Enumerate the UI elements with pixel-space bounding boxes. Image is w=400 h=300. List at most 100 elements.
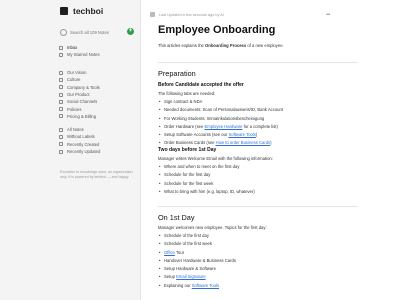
sidebar-item-label: My Starred Notes xyxy=(67,52,100,58)
item-text: Tour xyxy=(174,249,185,255)
section-heading: Preparation xyxy=(158,69,196,78)
section-subheading: Two days before 1st Day xyxy=(158,147,217,153)
page-title: Employee Onboarding xyxy=(158,24,276,36)
link-software-tools[interactable]: Software Tools xyxy=(192,283,219,288)
item-text: Setup xyxy=(164,274,177,280)
label-icon xyxy=(59,134,63,139)
more-menu-icon[interactable]: ••• xyxy=(326,12,330,18)
item-text: for a complete list) xyxy=(242,123,278,129)
list-item: Order Hardware (see Employee Hardware fo… xyxy=(159,123,358,132)
search-icon xyxy=(60,28,67,36)
sidebar-item-policies[interactable]: Policies xyxy=(59,105,139,112)
list-item: Schedule of the first week xyxy=(159,240,358,249)
list-item: Setup Software Accounts (see our Softwar… xyxy=(159,131,358,140)
list-item: Where and when to meet on the first day xyxy=(159,163,358,172)
sidebar-item-culture[interactable]: Culture xyxy=(59,76,139,83)
brand-name: techboi xyxy=(73,6,104,16)
sidebar-footnote: Exclusive to knowledge docs, an organiza… xyxy=(60,170,133,179)
nav-filters: All Notes Without Labels Recently Create… xyxy=(59,126,139,155)
star-icon xyxy=(59,52,63,57)
section-paragraph: The following tabs are needed: xyxy=(158,91,216,96)
avatar xyxy=(150,12,155,17)
intro-bold: Onboarding Process xyxy=(205,43,247,48)
item-text: Setup Software Accounts (see our xyxy=(164,132,229,138)
folder-icon xyxy=(59,77,63,82)
sidebar-item-label: Our Vision xyxy=(67,70,87,76)
sidebar-item-label: Without Labels xyxy=(67,134,95,140)
sidebar-item-all-notes[interactable]: All Notes xyxy=(59,126,139,133)
intro-text: This articles explains the Onboarding Pr… xyxy=(158,43,358,48)
list-item: Needed documents: Scan of Personalauswei… xyxy=(159,106,358,115)
link-employee-hardware[interactable]: Employee Hardware xyxy=(205,124,243,129)
brand[interactable]: techboi xyxy=(60,6,103,16)
search-bar xyxy=(60,27,136,37)
sidebar-item-label: Culture xyxy=(67,77,81,83)
document: Employee Onboarding This articles explai… xyxy=(158,24,358,290)
sidebar-item-company-tools[interactable]: Company & Tools xyxy=(59,84,139,91)
item-text: ) xyxy=(255,132,258,138)
section-two-days-before: Two days before 1st Day Manager writes W… xyxy=(158,143,358,196)
link-email-signature[interactable]: Email Signature xyxy=(176,274,206,279)
clock-icon xyxy=(59,142,63,147)
list-item: Schedule for the first day xyxy=(159,171,358,180)
list-item: Sign contract & NDA xyxy=(159,98,358,107)
sidebar-item-starred[interactable]: My Starred Notes xyxy=(59,51,139,58)
sidebar-item-social-channels[interactable]: Social Channels xyxy=(59,98,139,105)
folder-icon xyxy=(59,85,63,90)
clock-icon xyxy=(59,149,63,154)
link-software-tools[interactable]: Software Tools xyxy=(228,132,255,137)
sidebar-item-recently-created[interactable]: Recently Created xyxy=(59,141,139,148)
list-item: Schedule for the first week xyxy=(159,180,358,189)
section-paragraph: Manager welcomes new employee. Topics fo… xyxy=(158,225,267,230)
list-item: For Working Students: Immatrikulationsbe… xyxy=(159,115,358,124)
sidebar-item-label: All Notes xyxy=(67,127,84,133)
sidebar-item-without-labels[interactable]: Without Labels xyxy=(59,133,139,140)
section-paragraph: Manager writes Welcome Email with the fo… xyxy=(158,156,273,161)
sidebar-item-pricing-billing[interactable]: Pricing & Billing xyxy=(59,113,139,120)
notes-icon xyxy=(59,127,63,132)
folder-icon xyxy=(59,92,63,97)
divider xyxy=(158,206,358,207)
sidebar-item-label: Recently Created xyxy=(67,141,100,147)
sidebar-item-label: Recently Updated xyxy=(67,149,101,155)
logo-icon xyxy=(60,7,68,15)
add-note-button[interactable]: + xyxy=(127,28,134,35)
last-updated-text: Last Updated a few seconds ago by Al xyxy=(159,12,224,17)
list-item: Office Tour xyxy=(159,249,358,258)
folder-icon xyxy=(59,99,63,104)
list-item: What to bring with him (e.g. laptop, ID,… xyxy=(159,188,358,197)
sidebar-item-label: Social Channels xyxy=(67,99,98,105)
sidebar-item-our-product[interactable]: Our Product xyxy=(59,91,139,98)
sidebar: techboi + Inbox My Starred Notes Our Vis… xyxy=(0,0,141,300)
sidebar-item-label: Pricing & Billing xyxy=(67,113,97,119)
sidebar-item-label: Company & Tools xyxy=(67,84,100,90)
sidebar-item-label: Policies xyxy=(67,106,82,112)
item-text: Explaining our xyxy=(164,282,192,288)
note-meta-bar: Last Updated a few seconds ago by Al xyxy=(150,12,224,17)
intro-prefix: This articles explains the xyxy=(158,43,206,48)
nav-collections: Our Vision Culture Company & Tools Our P… xyxy=(59,69,139,120)
link-office[interactable]: Office xyxy=(164,250,175,255)
sidebar-item-label: Inbox xyxy=(67,45,78,51)
section-heading: On 1st Day xyxy=(158,213,195,222)
sidebar-item-our-vision[interactable]: Our Vision xyxy=(59,69,139,76)
list-item: Explaining our Software Tools xyxy=(159,282,358,291)
sidebar-item-recently-updated[interactable]: Recently Updated xyxy=(59,148,139,155)
section-first-day: On 1st Day Manager welcomes new employee… xyxy=(158,201,358,290)
item-text: Order Hardware (see xyxy=(164,123,205,129)
section-preparation: Preparation Before Candidate accepted th… xyxy=(158,57,358,148)
list-item: Handover Hardware & Business Cards xyxy=(159,257,358,266)
checklist: Schedule of the first day Schedule of th… xyxy=(158,232,358,290)
folder-icon xyxy=(59,70,63,75)
inbox-icon xyxy=(59,45,63,50)
checklist: Sign contract & NDA Needed documents: Sc… xyxy=(158,98,358,148)
list-item: Setup Email Signature xyxy=(159,273,358,282)
search-input[interactable] xyxy=(70,28,125,36)
nav-top: Inbox My Starred Notes xyxy=(59,44,139,59)
divider xyxy=(158,62,358,63)
sidebar-item-label: Our Product xyxy=(67,92,90,98)
sidebar-item-inbox[interactable]: Inbox xyxy=(59,44,139,51)
list-item: Schedule of the first day xyxy=(159,232,358,241)
intro-suffix: of a new employee. xyxy=(246,43,284,48)
section-subheading: Before Candidate accepted the offer xyxy=(158,82,244,88)
